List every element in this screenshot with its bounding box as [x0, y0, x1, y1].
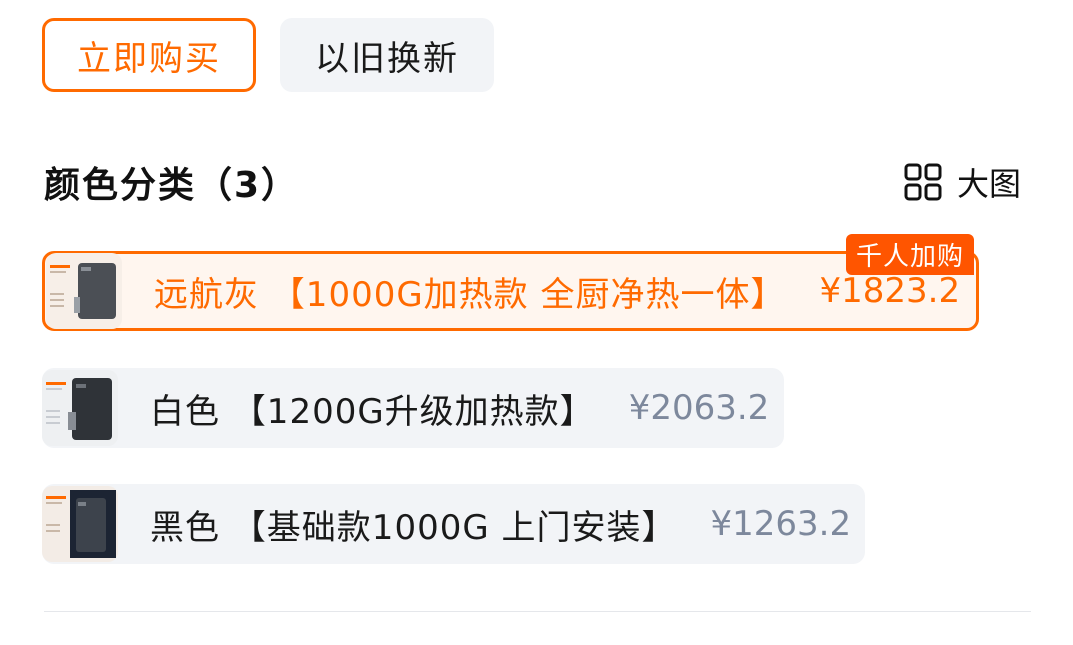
product-thumbnail: [42, 370, 118, 446]
variant-option-black[interactable]: 黑色 【基础款1000G 上门安装】 ¥1263.2: [42, 484, 865, 564]
color-section-header: 颜色分类（3） 大图: [44, 156, 1029, 208]
variant-name: 白色 【1200G升级加热款】: [150, 391, 595, 432]
variant-selector-panel: 立即购买 以旧换新 颜色分类（3） 大图 远航灰 【1000G加热款 全厨净热一…: [0, 0, 1073, 645]
variant-name: 黑色 【基础款1000G 上门安装】: [150, 507, 677, 548]
section-title: 颜色分类（3）: [44, 165, 300, 206]
variant-price: ¥1823.2: [819, 271, 961, 311]
variant-name: 远航灰 【1000G加热款 全厨净热一体】: [154, 274, 786, 315]
grid-icon: [904, 163, 942, 201]
variant-price: ¥1263.2: [710, 504, 852, 544]
large-view-toggle[interactable]: 大图: [903, 159, 1021, 205]
variant-price: ¥2063.2: [628, 388, 770, 428]
divider: [44, 611, 1031, 612]
variant-option-white[interactable]: 白色 【1200G升级加热款】 ¥2063.2: [42, 368, 784, 448]
buy-now-button[interactable]: 立即购买: [42, 18, 256, 92]
purchase-mode-tabs: 立即购买 以旧换新: [42, 18, 494, 92]
view-toggle-label: 大图: [956, 165, 1021, 203]
product-thumbnail: [42, 486, 118, 562]
trade-in-button[interactable]: 以旧换新: [280, 18, 494, 92]
product-thumbnail: [46, 253, 122, 329]
hot-badge: 千人加购: [845, 234, 974, 275]
variant-option-grey[interactable]: 远航灰 【1000G加热款 全厨净热一体】 ¥1823.2 千人加购: [42, 234, 979, 331]
